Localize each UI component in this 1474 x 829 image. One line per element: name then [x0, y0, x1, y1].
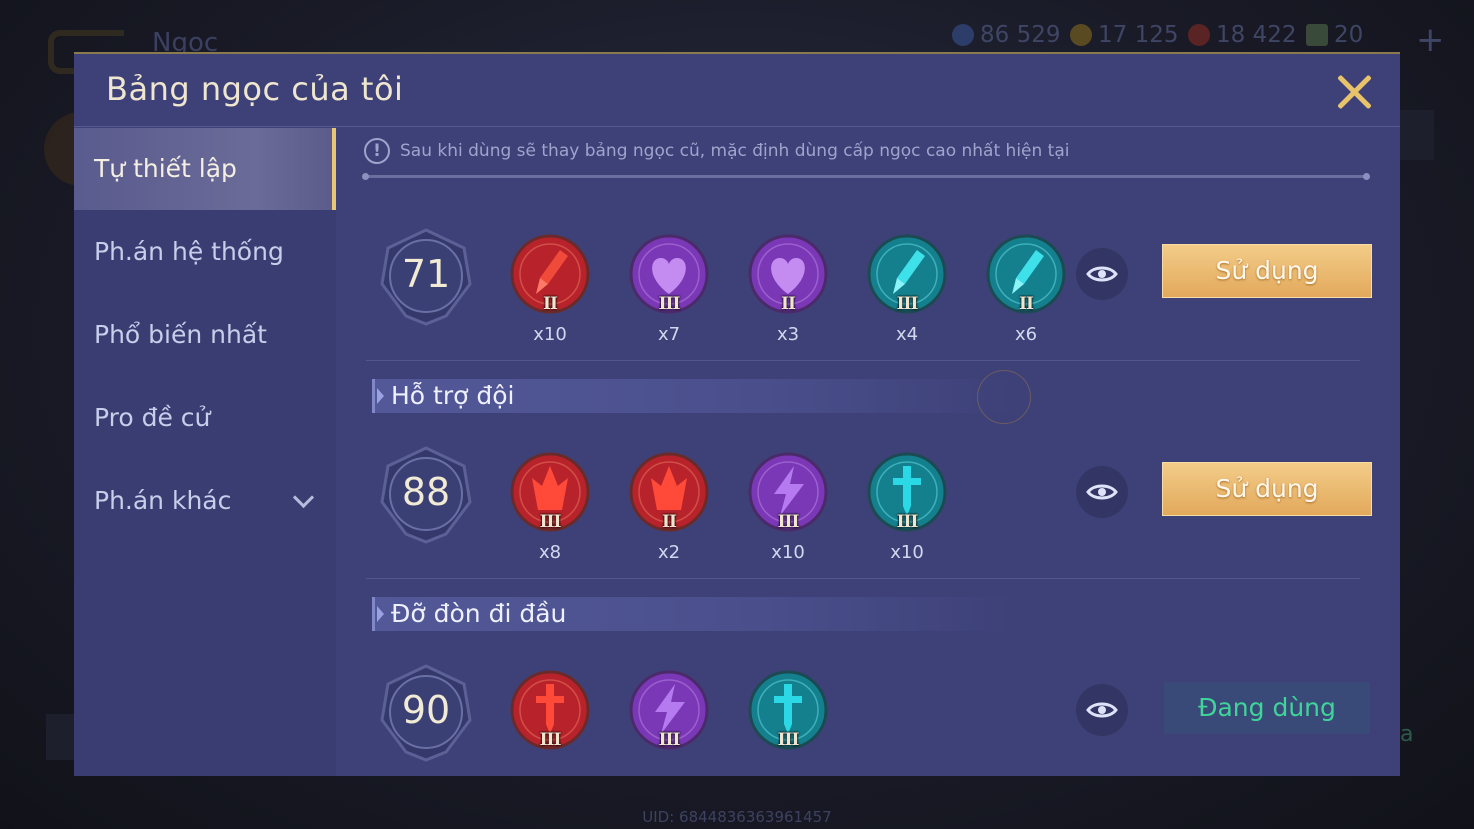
currency-gold: 17 125 [1070, 22, 1178, 48]
gem-slot[interactable]: II x6 [986, 234, 1066, 345]
rune-set-row: 90 III III III Đang dùng [364, 660, 1374, 776]
gem-slot[interactable]: III x10 [867, 452, 947, 563]
gem-slot[interactable]: III [510, 670, 590, 750]
section-title: Đỡ đòn đi đầu [391, 599, 567, 628]
gem-count: x10 [771, 542, 805, 563]
gem-slot[interactable]: III x7 [629, 234, 709, 345]
sidebar-item-label: Phổ biến nhất [94, 320, 267, 349]
divider [366, 578, 1360, 579]
notice-text: Sau khi dùng sẽ thay bảng ngọc cũ, mặc đ… [400, 141, 1070, 161]
gem-tier: III [539, 730, 562, 750]
currency-ruby: 18 422 [1188, 22, 1296, 48]
currency-value: 86 529 [980, 22, 1061, 48]
sidebar-item-pro[interactable]: Pro đề cử [74, 377, 336, 459]
eye-icon [1086, 702, 1118, 718]
uid-label: UID: 6844836363961457 [642, 808, 832, 826]
use-button[interactable]: Sử dụng [1162, 462, 1372, 516]
gem-slot[interactable]: III x10 [748, 452, 828, 563]
gem-tier: II [1019, 294, 1034, 314]
gem-slot[interactable]: III [748, 670, 828, 750]
currency-value: 18 422 [1216, 22, 1297, 48]
modal-title: Bảng ngọc của tôi [106, 70, 404, 108]
gem-count: x2 [657, 542, 681, 563]
gem-tier: III [896, 294, 919, 314]
gem-count: x3 [776, 324, 800, 345]
sidebar-item-label: Tự thiết lập [94, 154, 237, 183]
notice-divider [362, 173, 1370, 180]
eye-icon [1086, 266, 1118, 282]
divider [366, 360, 1360, 361]
gem-count: x4 [895, 324, 919, 345]
gem-tier: III [539, 512, 562, 532]
gem-count: x6 [1014, 324, 1038, 345]
level-badge: 88 [374, 442, 478, 546]
gem-tier: III [658, 294, 681, 314]
sidebar-item-system[interactable]: Ph.án hệ thống [74, 211, 336, 293]
in-use-button[interactable]: Đang dùng [1164, 682, 1370, 734]
level-value: 88 [401, 470, 451, 514]
gem-slot[interactable]: III [629, 670, 709, 750]
section-marker-icon [377, 388, 384, 404]
gem-tier: III [777, 730, 800, 750]
gem-count: x10 [890, 542, 924, 563]
preview-button[interactable] [1076, 466, 1128, 518]
gem-slot[interactable]: III x8 [510, 452, 590, 563]
use-button[interactable]: Sử dụng [1162, 244, 1372, 298]
sidebar-item-label: Ph.án khác [94, 486, 232, 515]
rune-set-row: 71 II x10 III x7 II x3 III x4 II x6 Sử d… [364, 224, 1374, 364]
section-marker-icon [377, 606, 384, 622]
decorative-ring-icon [977, 370, 1031, 424]
gem-tier: III [896, 512, 919, 532]
level-badge: 90 [374, 660, 478, 764]
add-currency-button[interactable]: + [1416, 20, 1445, 60]
notice: ! Sau khi dùng sẽ thay bảng ngọc cũ, mặc… [364, 138, 1069, 164]
gem-tier: II [781, 294, 796, 314]
close-icon[interactable] [1332, 70, 1376, 114]
side-tab [1400, 110, 1434, 160]
eye-icon [1086, 484, 1118, 500]
preview-button[interactable] [1076, 248, 1128, 300]
sidebar: Tự thiết lập Ph.án hệ thống Phổ biến nhấ… [74, 128, 336, 776]
gem-tier: II [543, 294, 558, 314]
divider [74, 126, 1400, 127]
partial-label: a [1400, 722, 1414, 747]
currency-card: 20 [1306, 22, 1363, 48]
level-value: 90 [401, 688, 451, 732]
gem-slot[interactable]: III x4 [867, 234, 947, 345]
warning-icon: ! [364, 138, 390, 164]
rune-board-modal: Bảng ngọc của tôi Tự thiết lập Ph.án hệ … [74, 52, 1400, 776]
currency-diamond: 86 529 [952, 22, 1060, 48]
chevron-down-icon [292, 486, 315, 509]
diamond-coin-icon [952, 24, 974, 46]
gem-slot[interactable]: II x2 [629, 452, 709, 563]
gem-slot[interactable]: II x3 [748, 234, 828, 345]
gem-count: x10 [533, 324, 567, 345]
gem-tier: II [662, 512, 677, 532]
ruby-icon [1188, 24, 1210, 46]
sidebar-item-label: Pro đề cử [94, 403, 211, 432]
section-title: Hỗ trợ đội [391, 381, 515, 410]
gem-tier: III [777, 512, 800, 532]
gem-count: x7 [657, 324, 681, 345]
side-tab [46, 714, 76, 760]
gem-tier: III [658, 730, 681, 750]
sidebar-item-custom[interactable]: Tự thiết lập [74, 128, 336, 210]
rune-set-row: 88 III x8 II x2 III x10 III x10 Sử dụng [364, 442, 1374, 582]
sidebar-item-popular[interactable]: Phổ biến nhất [74, 294, 336, 376]
currency-value: 17 125 [1098, 22, 1179, 48]
gem-count: x8 [538, 542, 562, 563]
sidebar-item-label: Ph.án hệ thống [94, 237, 284, 266]
gold-coin-icon [1070, 24, 1092, 46]
sidebar-item-other[interactable]: Ph.án khác [74, 460, 336, 542]
level-badge: 71 [374, 224, 478, 328]
preview-button[interactable] [1076, 684, 1128, 736]
section-header: Đỡ đòn đi đầu [372, 597, 1012, 631]
card-icon [1306, 24, 1328, 46]
section-header: Hỗ trợ đội [372, 379, 1012, 413]
currency-value: 20 [1334, 22, 1364, 48]
gem-slot[interactable]: II x10 [510, 234, 590, 345]
level-value: 71 [401, 252, 451, 296]
